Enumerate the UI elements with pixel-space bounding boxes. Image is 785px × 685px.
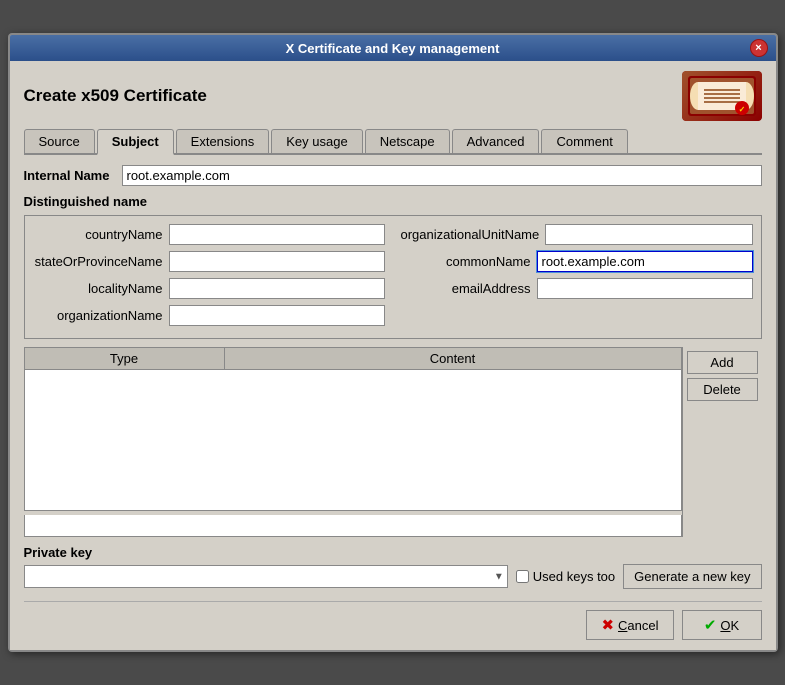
used-keys-label[interactable]: Used keys too [516,569,615,584]
email-label: emailAddress [401,281,531,296]
dn-box: countryName stateOrProvinceName locality… [24,215,762,339]
logo-image: ✓ [686,74,758,118]
private-key-select-wrapper: ▼ [24,565,508,588]
dn-table: Type Content [24,347,682,511]
cn-label: commonName [401,254,531,269]
tab-source[interactable]: Source [24,129,95,153]
state-name-label: stateOrProvinceName [33,254,163,269]
private-key-label: Private key [24,545,762,560]
private-key-section: Private key ▼ Used keys too Generate a n… [24,545,762,589]
email-input[interactable] [537,278,753,299]
tab-key-usage[interactable]: Key usage [271,129,362,153]
cancel-button[interactable]: ✖ Cancel [586,610,673,640]
dn-table-wrapper: Type Content [24,347,682,537]
col-content-header: Content [225,348,681,369]
window-header: Create x509 Certificate [24,71,762,121]
table-header: Type Content [25,348,681,370]
internal-name-row: Internal Name [24,165,762,186]
dn-email-row: emailAddress [401,278,753,299]
locality-name-label: localityName [33,281,163,296]
private-key-row: ▼ Used keys too Generate a new key [24,564,762,589]
delete-button[interactable]: Delete [687,378,758,401]
ok-icon: ✔ [704,616,717,634]
table-bottom-input[interactable] [25,515,681,536]
dialog-buttons: ✖ Cancel ✔ OK [24,601,762,640]
tab-comment[interactable]: Comment [541,129,627,153]
ou-name-input[interactable] [545,224,752,245]
subject-section: Internal Name Distinguished name country… [24,165,762,589]
tab-extensions[interactable]: Extensions [176,129,270,153]
dn-left-col: countryName stateOrProvinceName locality… [33,224,385,326]
private-key-select[interactable] [24,565,508,588]
org-name-label: organizationName [33,308,163,323]
dn-label: Distinguished name [24,194,762,209]
main-window: X Certificate and Key management × Creat… [8,33,778,652]
dn-locality-row: localityName [33,278,385,299]
country-name-input[interactable] [169,224,385,245]
window-content: Create x509 Certificate [10,61,776,650]
dn-table-container: Type Content Add Delete [24,347,762,537]
internal-name-label: Internal Name [24,168,114,183]
add-button[interactable]: Add [687,351,758,374]
table-input-row[interactable] [24,515,682,537]
logo: ✓ [682,71,762,121]
common-name-input[interactable] [537,251,753,272]
dn-cn-row: commonName [401,251,753,272]
dialog-title: Create x509 Certificate [24,86,207,106]
generate-key-button[interactable]: Generate a new key [623,564,761,589]
svg-text:✓: ✓ [738,105,745,114]
dn-grid: countryName stateOrProvinceName locality… [33,224,753,326]
dn-right-col: organizationalUnitName commonName emailA… [401,224,753,326]
col-type-header: Type [25,348,225,369]
locality-name-input[interactable] [169,278,385,299]
dn-country-row: countryName [33,224,385,245]
dn-ou-row: organizationalUnitName [401,224,753,245]
tab-netscape[interactable]: Netscape [365,129,450,153]
ok-button[interactable]: ✔ OK [682,610,762,640]
country-name-label: countryName [33,227,163,242]
dn-state-row: stateOrProvinceName [33,251,385,272]
table-body[interactable] [25,370,681,510]
org-name-input[interactable] [169,305,385,326]
cancel-icon: ✖ [601,616,614,634]
table-actions: Add Delete [682,347,762,537]
used-keys-checkbox[interactable] [516,570,529,583]
dn-org-row: organizationName [33,305,385,326]
titlebar: X Certificate and Key management × [10,35,776,61]
internal-name-input[interactable] [122,165,762,186]
tab-bar: Source Subject Extensions Key usage Nets… [24,129,762,155]
ou-name-label: organizationalUnitName [401,227,540,242]
window-title: X Certificate and Key management [36,41,750,56]
tab-advanced[interactable]: Advanced [452,129,540,153]
state-name-input[interactable] [169,251,385,272]
tab-subject[interactable]: Subject [97,129,174,155]
close-button[interactable]: × [750,39,768,57]
